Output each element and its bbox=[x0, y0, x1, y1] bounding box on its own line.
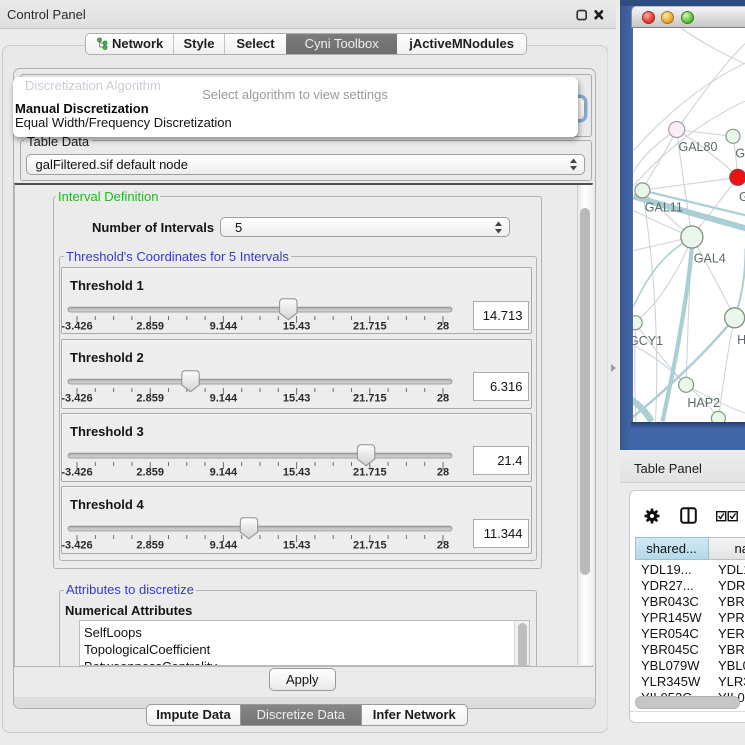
svg-text:21.715: 21.715 bbox=[353, 321, 387, 333]
svg-text:21.715: 21.715 bbox=[353, 466, 387, 478]
svg-text:15.43: 15.43 bbox=[283, 392, 311, 404]
svg-text:15.43: 15.43 bbox=[283, 321, 311, 333]
svg-text:2.859: 2.859 bbox=[136, 539, 164, 551]
svg-text:-3.426: -3.426 bbox=[61, 392, 92, 404]
svg-text:2.859: 2.859 bbox=[136, 466, 164, 478]
svg-text:GA: GA bbox=[735, 146, 745, 160]
svg-text:-3.426: -3.426 bbox=[61, 466, 92, 478]
svg-text:2.859: 2.859 bbox=[136, 321, 164, 333]
svg-text:9.144: 9.144 bbox=[210, 466, 238, 478]
svg-text:28: 28 bbox=[437, 392, 449, 404]
svg-text:-3.426: -3.426 bbox=[61, 539, 92, 551]
svg-text:28: 28 bbox=[437, 539, 449, 551]
svg-text:15.43: 15.43 bbox=[283, 539, 311, 551]
svg-text:HAP2: HAP2 bbox=[687, 396, 720, 410]
svg-text:-3.426: -3.426 bbox=[61, 321, 92, 333]
svg-text:GA: GA bbox=[739, 190, 745, 204]
svg-text:GCY1: GCY1 bbox=[633, 334, 663, 348]
svg-text:2.859: 2.859 bbox=[136, 392, 164, 404]
svg-text:HIS: HIS bbox=[737, 333, 745, 347]
svg-text:21.715: 21.715 bbox=[353, 392, 387, 404]
svg-text:GAL4: GAL4 bbox=[693, 251, 725, 265]
svg-text:28: 28 bbox=[437, 321, 449, 333]
svg-text:21.715: 21.715 bbox=[353, 539, 387, 551]
svg-text:9.144: 9.144 bbox=[210, 539, 238, 551]
svg-text:28: 28 bbox=[437, 466, 449, 478]
svg-text:GAL80: GAL80 bbox=[678, 140, 717, 154]
svg-text:9.144: 9.144 bbox=[210, 321, 238, 333]
svg-text:15.43: 15.43 bbox=[283, 466, 311, 478]
svg-text:9.144: 9.144 bbox=[210, 392, 238, 404]
svg-text:GAL11: GAL11 bbox=[644, 200, 682, 214]
